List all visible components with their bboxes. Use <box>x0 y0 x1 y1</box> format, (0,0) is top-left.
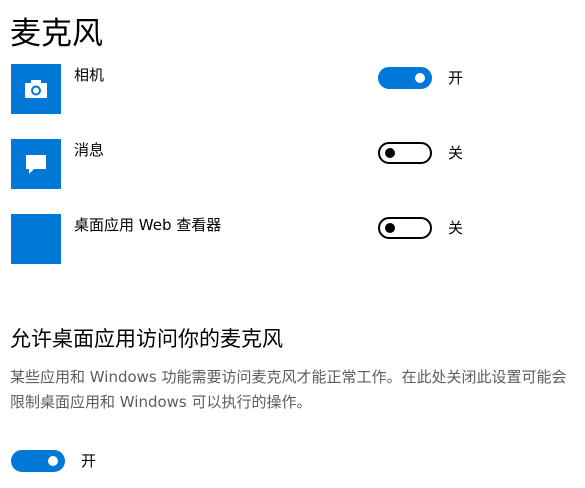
web-viewer-toggle-state: 关 <box>448 219 464 237</box>
app-name-camera: 相机 <box>74 66 105 84</box>
camera-access-toggle[interactable] <box>378 67 432 89</box>
app-row-messaging: 消息 关 <box>0 139 585 199</box>
toggle-knob <box>385 148 395 158</box>
desktop-apps-access-toggle[interactable] <box>11 450 65 472</box>
camera-icon <box>11 64 61 114</box>
app-name-messaging: 消息 <box>74 141 105 159</box>
desktop-apps-heading: 允许桌面应用访问你的麦克风 <box>10 327 283 351</box>
message-icon <box>11 139 61 189</box>
desktop-apps-description: 某些应用和 Windows 功能需要访问麦克风才能正常工作。在此处关闭此设置可能… <box>10 368 567 411</box>
app-tile-icon <box>11 214 61 264</box>
app-name-web-viewer: 桌面应用 Web 查看器 <box>74 216 222 234</box>
desktop-apps-toggle-state: 开 <box>81 452 97 470</box>
toggle-knob <box>415 73 425 83</box>
app-row-camera: 相机 开 <box>0 64 585 124</box>
toggle-knob <box>385 223 395 233</box>
web-viewer-access-toggle[interactable] <box>378 217 432 239</box>
messaging-toggle-state: 关 <box>448 144 464 162</box>
page-title: 麦克风 <box>10 16 103 52</box>
microphone-settings-page: 麦克风 相机 开 消息 关 桌面应用 Web 查看器 关 允许桌面应用访问你的麦… <box>0 0 585 488</box>
messaging-access-toggle[interactable] <box>378 142 432 164</box>
toggle-knob <box>48 456 58 466</box>
app-row-web-viewer: 桌面应用 Web 查看器 关 <box>0 214 585 274</box>
camera-toggle-state: 开 <box>448 69 464 87</box>
